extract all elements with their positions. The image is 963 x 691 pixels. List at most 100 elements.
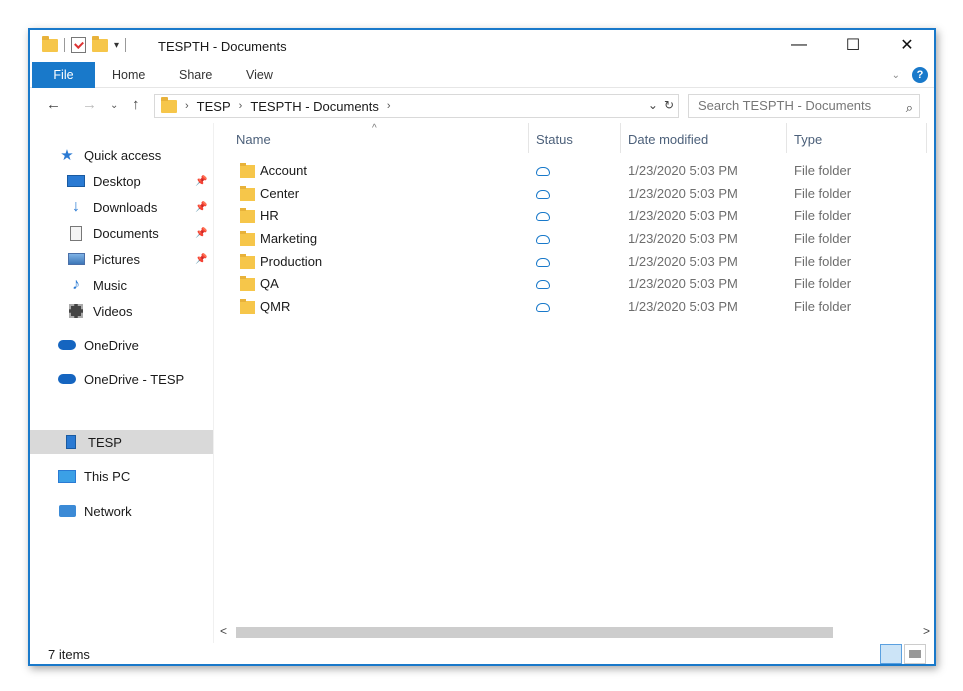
- folder-icon: [240, 208, 255, 223]
- sidebar-item-onedrive[interactable]: OneDrive: [30, 333, 213, 357]
- table-row[interactable]: QMR 1/23/2020 5:03 PM File folder: [220, 296, 936, 318]
- pane-divider[interactable]: [213, 123, 214, 643]
- help-icon[interactable]: ?: [912, 67, 928, 83]
- sidebar-item-this-pc[interactable]: This PC: [30, 464, 213, 488]
- column-divider[interactable]: [786, 123, 787, 153]
- file-name: QA: [260, 276, 279, 291]
- sidebar-item-label: Network: [84, 503, 132, 519]
- tab-share[interactable]: Share: [179, 62, 212, 88]
- customize-toolbar-caret-icon[interactable]: ▾: [114, 40, 119, 51]
- music-icon: ♪: [72, 276, 80, 293]
- properties-check-icon[interactable]: [71, 37, 86, 53]
- minimize-button[interactable]: —: [772, 30, 826, 60]
- sidebar-item-onedrive-tesp[interactable]: OneDrive - TESP: [30, 367, 213, 391]
- cloud-status-icon: [536, 280, 550, 289]
- forward-button[interactable]: →: [82, 96, 97, 113]
- sidebar-item-label: Documents: [93, 225, 159, 241]
- search-placeholder: Search TESPTH - Documents: [698, 98, 872, 113]
- column-divider[interactable]: [620, 123, 621, 153]
- tab-home[interactable]: Home: [112, 62, 145, 88]
- chevron-right-icon[interactable]: ›: [387, 100, 391, 112]
- sidebar-item-desktop[interactable]: Desktop 📌: [30, 169, 213, 193]
- back-button[interactable]: ←: [46, 96, 61, 113]
- chevron-right-icon[interactable]: ›: [185, 100, 189, 112]
- search-input[interactable]: Search TESPTH - Documents ⌕: [688, 94, 920, 118]
- pin-icon[interactable]: 📌: [195, 202, 207, 213]
- file-list: ^ Name Status Date modified Type Account…: [220, 123, 936, 623]
- folder-icon: [240, 186, 255, 201]
- sidebar-item-network[interactable]: Network: [30, 499, 213, 523]
- onedrive-business-cloud-icon: [58, 374, 76, 384]
- pin-icon[interactable]: 📌: [195, 176, 207, 187]
- search-icon[interactable]: ⌕: [906, 97, 913, 119]
- sidebar-item-label: Pictures: [93, 251, 140, 267]
- network-icon: [58, 505, 76, 517]
- scrollbar-thumb[interactable]: [236, 627, 833, 638]
- file-name: QMR: [260, 299, 291, 314]
- sidebar-item-label: Videos: [93, 303, 133, 319]
- sidebar-item-pictures[interactable]: Pictures 📌: [30, 247, 213, 271]
- refresh-icon[interactable]: ↻: [664, 98, 674, 112]
- column-header-date-modified[interactable]: Date modified: [628, 132, 708, 147]
- table-row[interactable]: HR 1/23/2020 5:03 PM File folder: [220, 205, 936, 227]
- cloud-status-icon: [536, 303, 550, 312]
- breadcrumb-tespth-documents[interactable]: TESPTH - Documents: [250, 99, 379, 114]
- sidebar-item-downloads[interactable]: ↓ Downloads 📌: [30, 195, 213, 219]
- cloud-status-icon: [536, 212, 550, 221]
- sidebar-item-label: Downloads: [93, 199, 158, 215]
- file-type: File folder: [794, 299, 852, 314]
- sidebar-item-tesp[interactable]: TESP: [30, 430, 213, 454]
- file-date: 1/23/2020 5:03 PM: [628, 276, 738, 291]
- address-folder-icon: [161, 96, 177, 113]
- column-divider[interactable]: [926, 123, 927, 153]
- scroll-right-icon[interactable]: >: [923, 624, 930, 638]
- table-row[interactable]: Account 1/23/2020 5:03 PM File folder: [220, 160, 936, 182]
- new-folder-icon[interactable]: [92, 35, 108, 52]
- table-row[interactable]: QA 1/23/2020 5:03 PM File folder: [220, 273, 936, 295]
- recent-locations-chevron-icon[interactable]: ⌄: [110, 100, 118, 111]
- details-view-button[interactable]: [880, 644, 902, 664]
- file-name: Account: [260, 163, 307, 178]
- address-bar[interactable]: › TESP › TESPTH - Documents › ⌄ ↻: [154, 94, 679, 118]
- chevron-right-icon[interactable]: ›: [239, 100, 243, 112]
- sidebar-item-label: Quick access: [84, 147, 162, 163]
- window-title: TESPTH - Documents: [158, 39, 287, 54]
- address-dropdown-chevron-icon[interactable]: ⌄: [648, 98, 658, 112]
- sidebar-item-music[interactable]: ♪ Music: [30, 273, 213, 297]
- sidebar-item-label: Music: [93, 277, 127, 293]
- sort-ascending-icon: ^: [372, 123, 377, 134]
- pin-icon[interactable]: 📌: [195, 228, 207, 239]
- videos-icon: [69, 304, 83, 318]
- large-icons-view-button[interactable]: [904, 644, 926, 664]
- onedrive-cloud-icon: [58, 340, 76, 350]
- expand-ribbon-chevron-icon[interactable]: ⌄: [892, 70, 900, 81]
- column-header-name[interactable]: Name: [236, 132, 271, 147]
- sidebar-item-label: Desktop: [93, 173, 141, 189]
- column-header-status[interactable]: Status: [536, 132, 573, 147]
- horizontal-scrollbar[interactable]: < >: [218, 624, 934, 641]
- table-row[interactable]: Marketing 1/23/2020 5:03 PM File folder: [220, 228, 936, 250]
- navigation-pane: ★ Quick access Desktop 📌 ↓ Downloads 📌 D…: [30, 123, 213, 643]
- breadcrumb-tesp[interactable]: TESP: [197, 99, 231, 114]
- tab-view[interactable]: View: [246, 62, 273, 88]
- sidebar-item-quick-access[interactable]: ★ Quick access: [30, 143, 213, 167]
- sidebar-item-documents[interactable]: Documents 📌: [30, 221, 213, 245]
- file-type: File folder: [794, 163, 852, 178]
- file-date: 1/23/2020 5:03 PM: [628, 186, 738, 201]
- tab-file[interactable]: File: [32, 62, 95, 88]
- sidebar-item-label: OneDrive: [84, 337, 139, 353]
- maximize-button[interactable]: ☐: [826, 30, 880, 60]
- file-type: File folder: [794, 231, 852, 246]
- pin-icon[interactable]: 📌: [195, 254, 207, 265]
- sidebar-item-videos[interactable]: Videos: [30, 299, 213, 323]
- up-button[interactable]: ↑: [132, 96, 140, 113]
- sharepoint-building-icon: [66, 435, 76, 449]
- table-row[interactable]: Production 1/23/2020 5:03 PM File folder: [220, 251, 936, 273]
- column-header-type[interactable]: Type: [794, 132, 822, 147]
- close-button[interactable]: ✕: [880, 30, 934, 60]
- column-divider[interactable]: [528, 123, 529, 153]
- status-bar: 7 items: [30, 642, 934, 666]
- scroll-left-icon[interactable]: <: [220, 624, 227, 638]
- pictures-icon: [67, 253, 85, 265]
- table-row[interactable]: Center 1/23/2020 5:03 PM File folder: [220, 183, 936, 205]
